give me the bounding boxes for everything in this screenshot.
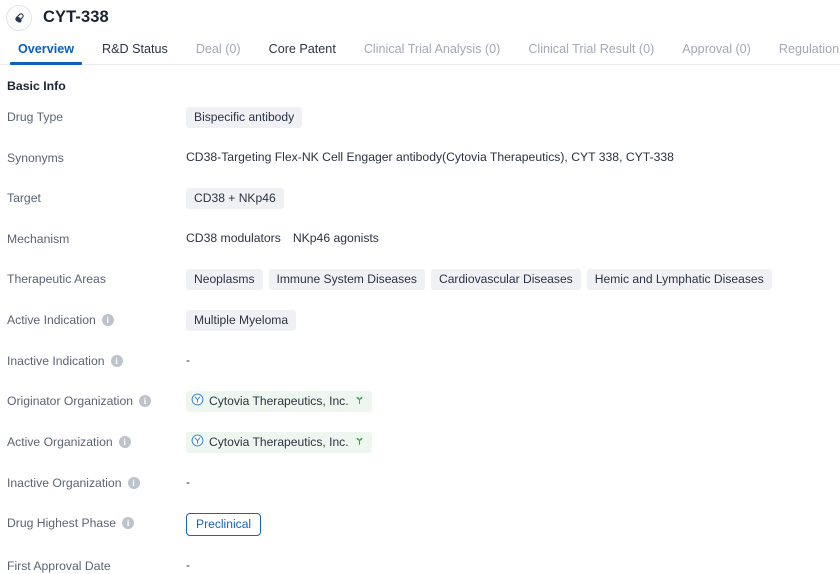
field-value: - — [186, 556, 840, 574]
therapeutic-area-tag[interactable]: Cardiovascular Diseases — [430, 269, 581, 290]
mechanism-list: CD38 modulators NKp46 agonists — [186, 229, 379, 247]
field-value: Bispecific antibody — [186, 107, 840, 128]
field-value: Preclinical — [186, 513, 840, 536]
organization-name: Cytovia Therapeutics, Inc. — [209, 435, 349, 449]
target-tag[interactable]: CD38 + NKp46 — [186, 188, 284, 209]
tab-overview[interactable]: Overview — [4, 42, 88, 65]
mechanism-item: NKp46 agonists — [292, 231, 379, 245]
tab-bar: Overview R&D Status Deal (0) Core Patent… — [0, 35, 840, 65]
info-icon[interactable]: i — [127, 477, 140, 489]
empty-value: - — [186, 353, 191, 367]
originator-organization-tag[interactable]: Cytovia Therapeutics, Inc. — [186, 391, 372, 412]
tab-deal[interactable]: Deal (0) — [182, 42, 255, 64]
organization-name: Cytovia Therapeutics, Inc. — [209, 394, 349, 408]
field-value: CD38 modulators NKp46 agonists — [186, 229, 840, 247]
active-indication-tag[interactable]: Multiple Myeloma — [186, 310, 297, 331]
field-label: Inactive Indication i — [0, 351, 186, 370]
field-label-text: Inactive Organization — [7, 476, 122, 490]
drug-highest-phase-badge[interactable]: Preclinical — [186, 513, 262, 536]
field-label-text: Originator Organization — [7, 394, 133, 408]
field-row-inactive-indication: Inactive Indication i - — [0, 351, 840, 371]
therapeutic-area-tag[interactable]: Immune System Diseases — [268, 269, 425, 290]
tab-regulation[interactable]: Regulation (0) — [765, 42, 840, 64]
field-label-text: Active Organization — [7, 435, 113, 449]
field-label-text: Drug Type — [7, 110, 64, 124]
tab-rd-status[interactable]: R&D Status — [88, 42, 182, 64]
field-label: Active Organization i — [0, 432, 186, 451]
synonyms-text: CD38-Targeting Flex-NK Cell Engager anti… — [186, 150, 674, 164]
field-label: Target — [0, 188, 186, 207]
field-value: CD38-Targeting Flex-NK Cell Engager anti… — [186, 148, 840, 166]
page-header: CYT-338 — [0, 0, 840, 35]
drug-type-tag[interactable]: Bispecific antibody — [186, 107, 303, 128]
field-label: Inactive Organization i — [0, 473, 186, 492]
organization-logo-icon — [191, 393, 204, 409]
empty-value: - — [186, 558, 191, 572]
empty-value: - — [186, 475, 191, 489]
field-label-text: Synonyms — [7, 151, 64, 165]
sprout-icon — [354, 394, 365, 408]
field-row-first-approval-date: First Approval Date - — [0, 556, 840, 574]
active-organization-tag[interactable]: Cytovia Therapeutics, Inc. — [186, 432, 372, 453]
info-icon[interactable]: i — [118, 436, 131, 448]
field-value: Cytovia Therapeutics, Inc. — [186, 391, 840, 412]
field-row-active-indication: Active Indication i Multiple Myeloma — [0, 310, 840, 331]
therapeutic-area-tag[interactable]: Hemic and Lymphatic Diseases — [586, 269, 772, 290]
field-row-synonyms: Synonyms CD38-Targeting Flex-NK Cell Eng… — [0, 148, 840, 168]
field-row-therapeutic-areas: Therapeutic Areas Neoplasms Immune Syste… — [0, 269, 840, 290]
sprout-icon — [354, 435, 365, 449]
info-icon[interactable]: i — [139, 395, 151, 407]
pill-capsule-icon — [6, 4, 32, 31]
field-label-text: Mechanism — [7, 232, 70, 246]
section-title-basic-info: Basic Info — [7, 79, 66, 93]
overview-content: Basic Info Drug Type Bispecific antibody… — [0, 65, 840, 574]
field-value: Neoplasms Immune System Diseases Cardiov… — [186, 269, 840, 290]
field-label: Drug Type — [0, 107, 186, 126]
tab-approval[interactable]: Approval (0) — [668, 42, 765, 64]
tab-core-patent[interactable]: Core Patent — [255, 42, 350, 64]
field-row-target: Target CD38 + NKp46 — [0, 188, 840, 209]
tab-clinical-trial-result[interactable]: Clinical Trial Result (0) — [514, 42, 668, 64]
field-label: Mechanism — [0, 229, 186, 248]
drug-detail-page: CYT-338 Overview R&D Status Deal (0) Cor… — [0, 0, 840, 574]
field-value: - — [186, 351, 840, 369]
info-icon[interactable]: i — [101, 314, 114, 326]
field-value: Multiple Myeloma — [186, 310, 840, 331]
mechanism-item: CD38 modulators — [186, 231, 281, 245]
info-icon[interactable]: i — [110, 355, 123, 367]
organization-logo-icon — [191, 434, 204, 450]
field-label-text: Active Indication — [7, 313, 96, 327]
field-label: First Approval Date — [0, 556, 186, 574]
field-label-text: Therapeutic Areas — [7, 272, 106, 286]
field-label: Active Indication i — [0, 310, 186, 329]
field-value: Cytovia Therapeutics, Inc. — [186, 432, 840, 453]
field-value: CD38 + NKp46 — [186, 188, 840, 209]
info-icon[interactable]: i — [122, 517, 135, 529]
field-row-mechanism: Mechanism CD38 modulators NKp46 agonists — [0, 229, 840, 249]
field-label: Drug Highest Phase i — [0, 513, 186, 532]
field-label: Originator Organization i — [0, 391, 186, 410]
field-label-text: Drug Highest Phase — [7, 516, 117, 530]
tab-clinical-trial-analysis[interactable]: Clinical Trial Analysis (0) — [350, 42, 514, 64]
field-row-inactive-organization: Inactive Organization i - — [0, 473, 840, 493]
therapeutic-area-tag[interactable]: Neoplasms — [186, 269, 263, 290]
page-title: CYT-338 — [43, 8, 109, 26]
field-row-active-organization: Active Organization i Cytovia Therapeuti… — [0, 432, 840, 453]
field-label: Synonyms — [0, 148, 186, 167]
field-row-drug-highest-phase: Drug Highest Phase i Preclinical — [0, 513, 840, 536]
field-label: Therapeutic Areas — [0, 269, 186, 288]
field-value: - — [186, 473, 840, 491]
field-label-text: First Approval Date — [7, 559, 111, 573]
field-row-originator-organization: Originator Organization i Cytovia Therap… — [0, 391, 840, 412]
field-label-text: Target — [7, 191, 41, 205]
field-label-text: Inactive Indication — [7, 354, 105, 368]
field-row-drug-type: Drug Type Bispecific antibody — [0, 107, 840, 128]
